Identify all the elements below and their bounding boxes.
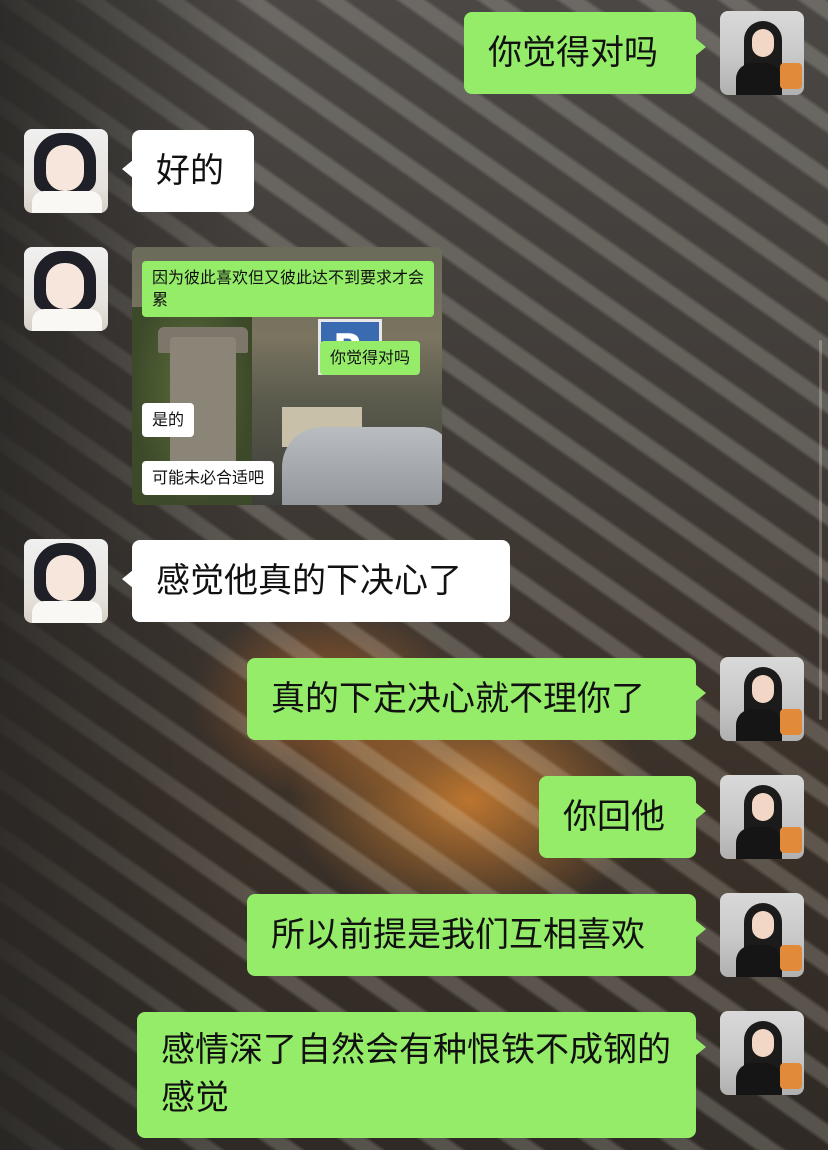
self-avatar[interactable]	[720, 11, 804, 95]
photo-car	[282, 427, 442, 505]
message-bubble-sent[interactable]: 真的下定决心就不理你了	[247, 658, 706, 740]
self-avatar[interactable]	[720, 1011, 804, 1095]
message-text: 所以前提是我们互相喜欢	[271, 915, 645, 955]
message-text: 真的下定决心就不理你了	[271, 679, 645, 719]
message-bubble-sent[interactable]: 你觉得对吗	[464, 12, 706, 94]
message-text: 好的	[156, 151, 224, 191]
message-bubble-sent[interactable]: 你回他	[539, 776, 706, 858]
message-bubble-received[interactable]: 好的	[122, 130, 254, 212]
self-avatar[interactable]	[720, 657, 804, 741]
contact-avatar[interactable]	[24, 539, 108, 623]
message-bubble-sent[interactable]: 感情深了自然会有种恨铁不成钢的感觉	[137, 1012, 706, 1138]
embedded-text: 你觉得对吗	[330, 348, 411, 367]
image-message[interactable]: P 因为彼此喜欢但又彼此达不到要求才会累 你觉得对吗 是的 可能未必合适吧	[132, 247, 442, 505]
message-bubble-received[interactable]: 感觉他真的下决心了	[122, 540, 510, 622]
message-text: 你觉得对吗	[488, 33, 658, 73]
contact-avatar[interactable]	[24, 247, 108, 331]
embedded-bubble-received: 可能未必合适吧	[142, 461, 275, 495]
self-avatar[interactable]	[720, 775, 804, 859]
scrollbar[interactable]	[819, 340, 822, 720]
contact-avatar[interactable]	[24, 129, 108, 213]
embedded-bubble-received: 是的	[142, 403, 195, 437]
self-avatar[interactable]	[720, 893, 804, 977]
embedded-text: 因为彼此喜欢但又彼此达不到要求才会累	[152, 268, 425, 309]
message-text: 感觉他真的下决心了	[156, 561, 462, 601]
message-text: 你回他	[563, 797, 665, 837]
embedded-bubble-sent: 因为彼此喜欢但又彼此达不到要求才会累	[142, 261, 434, 317]
embedded-bubble-sent: 你觉得对吗	[320, 341, 421, 375]
message-text: 感情深了自然会有种恨铁不成钢的感觉	[161, 1030, 671, 1118]
embedded-text: 可能未必合适吧	[152, 468, 265, 487]
embedded-text: 是的	[152, 410, 185, 429]
message-bubble-sent[interactable]: 所以前提是我们互相喜欢	[247, 894, 706, 976]
